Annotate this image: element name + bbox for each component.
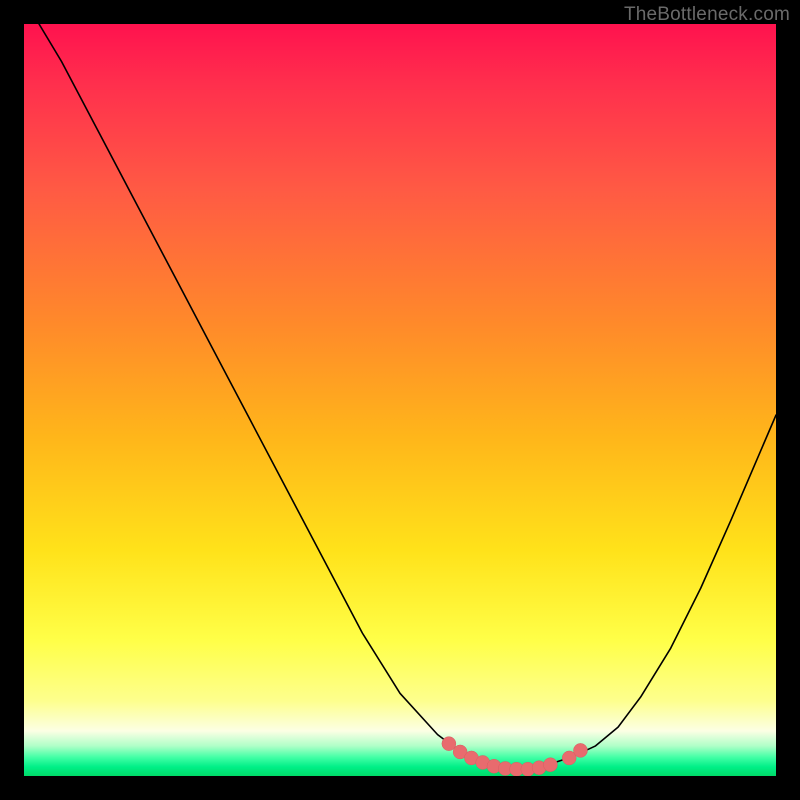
curve-group bbox=[39, 24, 776, 770]
marker-group bbox=[442, 737, 588, 776]
marker-dot bbox=[573, 743, 587, 757]
chart-frame: TheBottleneck.com bbox=[0, 0, 800, 800]
plot-area bbox=[24, 24, 776, 776]
curve-bottleneck-curve-right bbox=[505, 415, 776, 770]
curve-bottleneck-curve-left bbox=[39, 24, 505, 770]
chart-overlay bbox=[24, 24, 776, 776]
marker-dot bbox=[543, 758, 557, 772]
watermark-label: TheBottleneck.com bbox=[624, 4, 790, 26]
